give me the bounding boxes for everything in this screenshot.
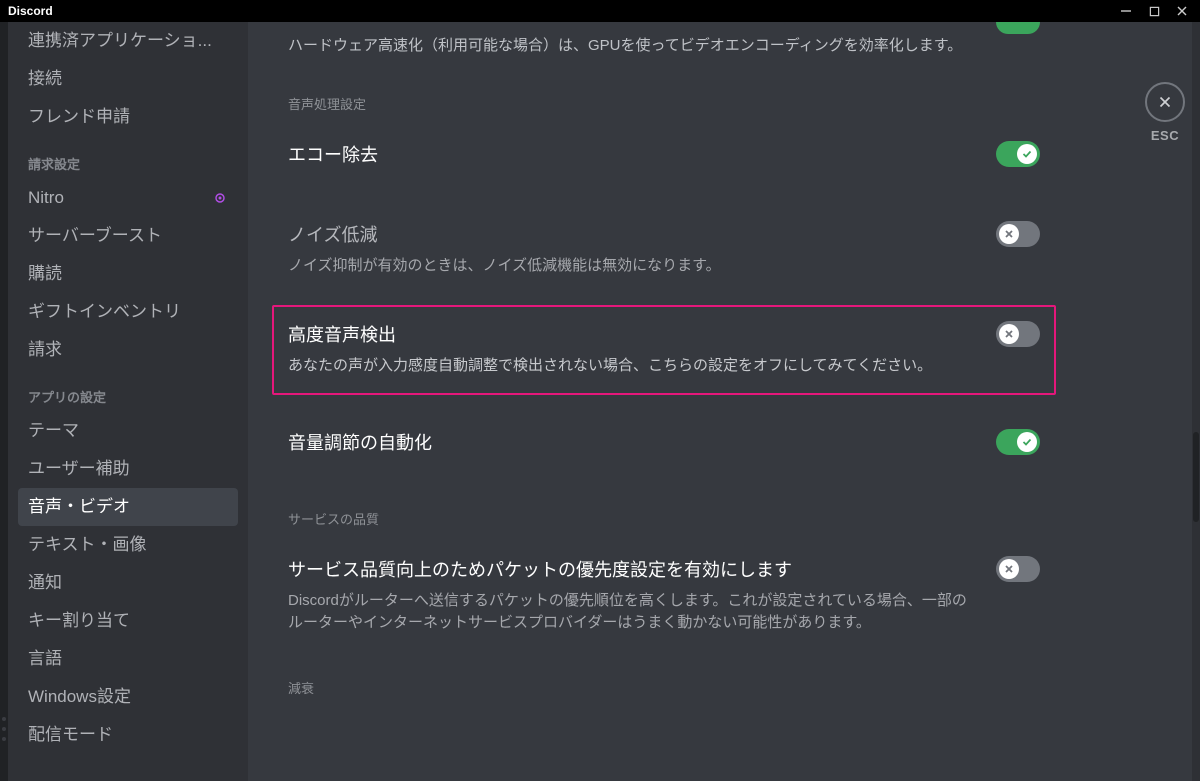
settings-sidebar: 連携済アプリケーショ... 接続 フレンド申請 請求設定 Nitro サーバーブ… [8,22,248,781]
sidebar-item-windows-settings[interactable]: Windows設定 [18,678,238,716]
sidebar-item-language[interactable]: 言語 [18,640,238,678]
sidebar-item-server-boost[interactable]: サーバーブースト [18,217,238,255]
setting-title: エコー除去 [288,141,378,167]
setting-desc: ノイズ抑制が有効のときは、ノイズ低減機能は無効になります。 [288,255,968,277]
right-gutter: ESC [1080,22,1200,781]
sidebar-item-keybinds[interactable]: キー割り当て [18,602,238,640]
sidebar-item-billing[interactable]: 請求 [18,331,238,369]
sidebar-item-gift-inventory[interactable]: ギフトインベントリ [18,293,238,331]
sidebar-item-friend-requests[interactable]: フレンド申請 [18,98,238,136]
section-audio-processing: 音声処理設定 [288,94,1040,113]
setting-noise-reduction: ノイズ低減 ノイズ抑制が有効のときは、ノイズ低減機能は無効になります。 [288,209,1040,287]
setting-desc: Discordがルーターへ送信するパケットの優先順位を高くします。これが設定され… [288,590,968,634]
main-scrollbar[interactable] [1192,22,1200,781]
check-icon [1017,144,1037,164]
qos-toggle[interactable] [996,556,1040,582]
guild-rail [0,22,8,781]
advanced-voice-detect-toggle[interactable] [996,321,1040,347]
hardware-accel-toggle-peek[interactable] [996,22,1040,34]
setting-echo-cancellation: エコー除去 [288,129,1040,177]
setting-qos-priority: サービス品質向上のためパケットの優先度設定を有効にします Discordがルータ… [288,544,1040,644]
close-button[interactable] [1168,1,1196,21]
echo-toggle[interactable] [996,141,1040,167]
sidebar-item-streamer-mode[interactable]: 配信モード [18,716,238,754]
app-frame: 連携済アプリケーショ... 接続 フレンド申請 請求設定 Nitro サーバーブ… [0,22,1200,781]
x-icon [999,324,1019,344]
setting-title: サービス品質向上のためパケットの優先度設定を有効にします [288,556,792,582]
hardware-accel-desc: ハードウェア高速化（利用可能な場合）は、GPUを使ってビデオエンコーディングを効… [288,34,1040,58]
window-titlebar: Discord [0,0,1200,22]
sidebar-section-billing: 請求設定 [18,136,238,179]
x-icon [999,224,1019,244]
check-icon [1017,432,1037,452]
sidebar-item-appearance[interactable]: テーマ [18,412,238,450]
close-settings[interactable]: ESC [1130,82,1200,143]
setting-title: 高度音声検出 [288,321,396,347]
setting-title: 音量調節の自動化 [288,429,432,455]
sidebar-item-accessibility[interactable]: ユーザー補助 [18,450,238,488]
noise-toggle[interactable] [996,221,1040,247]
sidebar-item-text-images[interactable]: テキスト・画像 [18,526,238,564]
section-qos: サービスの品質 [288,509,1040,528]
app-title: Discord [8,4,53,18]
sidebar-section-app: アプリの設定 [18,369,238,412]
sidebar-item-connections[interactable]: 接続 [18,60,238,98]
sidebar-item-subscriptions[interactable]: 購読 [18,255,238,293]
section-attenuation: 減衰 [288,678,1040,697]
sidebar-item-notifications[interactable]: 通知 [18,564,238,602]
window-controls [1112,1,1196,21]
maximize-button[interactable] [1140,1,1168,21]
x-icon [999,559,1019,579]
minimize-button[interactable] [1112,1,1140,21]
scrollbar-thumb[interactable] [1193,432,1199,522]
close-icon [1145,82,1185,122]
setting-auto-gain-control: 音量調節の自動化 [288,417,1040,465]
sidebar-item-voice-video[interactable]: 音声・ビデオ [18,488,238,526]
nitro-icon [212,190,228,206]
auto-gain-toggle[interactable] [996,429,1040,455]
esc-label: ESC [1130,128,1200,143]
setting-title: ノイズ低減 [288,221,377,247]
highlighted-setting-advanced-voice-detect: 高度音声検出 あなたの声が入力感度自動調整で検出されない場合、こちらの設定をオフ… [272,305,1056,395]
setting-desc: あなたの声が入力感度自動調整で検出されない場合、こちらの設定をオフにしてみてくだ… [288,355,968,377]
settings-main: ハードウェア高速化（利用可能な場合）は、GPUを使ってビデオエンコーディングを効… [248,22,1080,781]
sidebar-item-nitro[interactable]: Nitro [18,179,238,217]
sidebar-item-linked-apps[interactable]: 連携済アプリケーショ... [18,22,238,60]
